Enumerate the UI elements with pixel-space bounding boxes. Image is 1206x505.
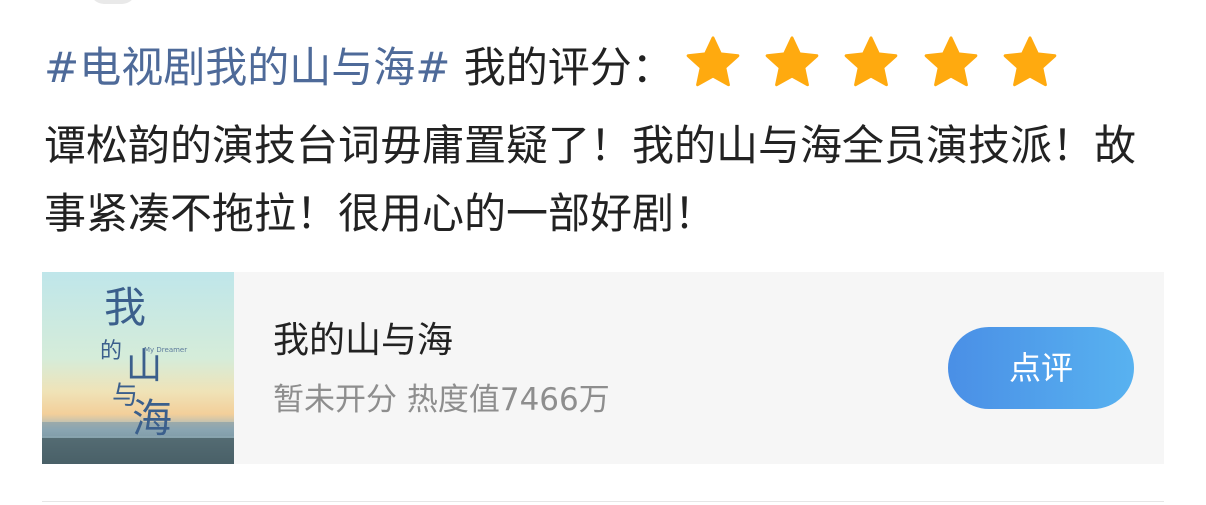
- show-poster[interactable]: 我 的 山 与 海 My Dreamer: [42, 272, 234, 464]
- rating-stars: [684, 34, 1067, 112]
- star-icon: [922, 34, 980, 92]
- show-card[interactable]: 我 的 山 与 海 My Dreamer 我的山与海 暂未开分 热度值7466万…: [42, 272, 1164, 464]
- rating-label: 我的评分：: [450, 43, 674, 92]
- star-icon: [1001, 34, 1059, 92]
- show-title[interactable]: 我的山与海: [273, 319, 453, 363]
- star-icon: [763, 34, 821, 92]
- star-icon: [842, 34, 900, 92]
- star-icon: [684, 34, 742, 92]
- poster-char: 我: [104, 283, 146, 332]
- poster-char: 海: [132, 396, 172, 442]
- show-meta: 暂未开分 热度值7466万: [273, 382, 610, 418]
- review-button[interactable]: 点评: [948, 327, 1134, 409]
- topic-link[interactable]: #电视剧我的山与海#: [44, 43, 450, 92]
- poster-char: 的: [100, 339, 122, 364]
- avatar[interactable]: [90, 0, 136, 4]
- poster-subtitle: My Dreamer: [144, 346, 187, 354]
- post-body: 谭松韵的演技台词毋庸置疑了！我的山与海全员演技派！故事紧凑不拖拉！很用心的一部好…: [44, 121, 1137, 238]
- post-text: #电视剧我的山与海# 我的评分： 谭松韵的演技台词毋庸置疑了！我的山与海全员演技…: [44, 34, 1164, 248]
- divider: [42, 501, 1164, 502]
